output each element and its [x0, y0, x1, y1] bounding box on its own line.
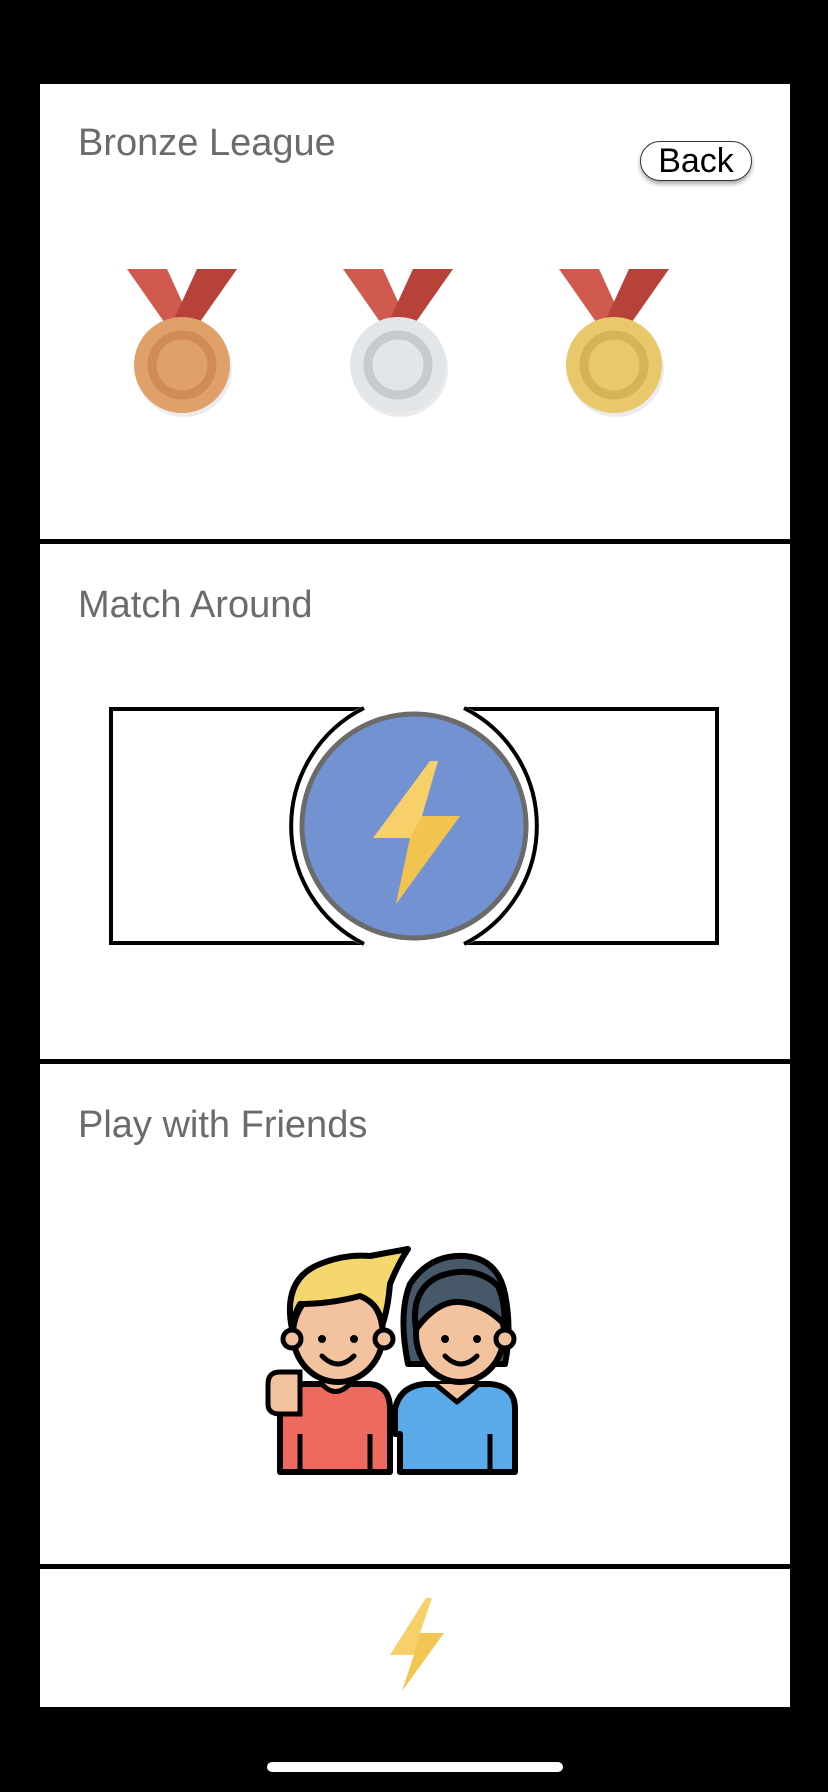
match-title: Match Around [78, 584, 313, 626]
section-divider [40, 1564, 790, 1569]
league-title: Bronze League [78, 122, 336, 164]
match-around-button[interactable] [108, 696, 720, 956]
friends-title: Play with Friends [78, 1104, 368, 1146]
gold-medal-icon[interactable] [549, 269, 679, 429]
app-screen: Bronze League Back Match Around Play wit… [40, 84, 790, 1707]
two-friends-icon[interactable] [260, 1234, 530, 1484]
lightning-bolt-icon[interactable] [382, 1593, 452, 1693]
back-button[interactable]: Back [640, 141, 752, 181]
home-indicator[interactable] [267, 1762, 563, 1772]
silver-medal-icon[interactable] [333, 269, 463, 429]
bronze-medal-icon[interactable] [117, 269, 247, 429]
